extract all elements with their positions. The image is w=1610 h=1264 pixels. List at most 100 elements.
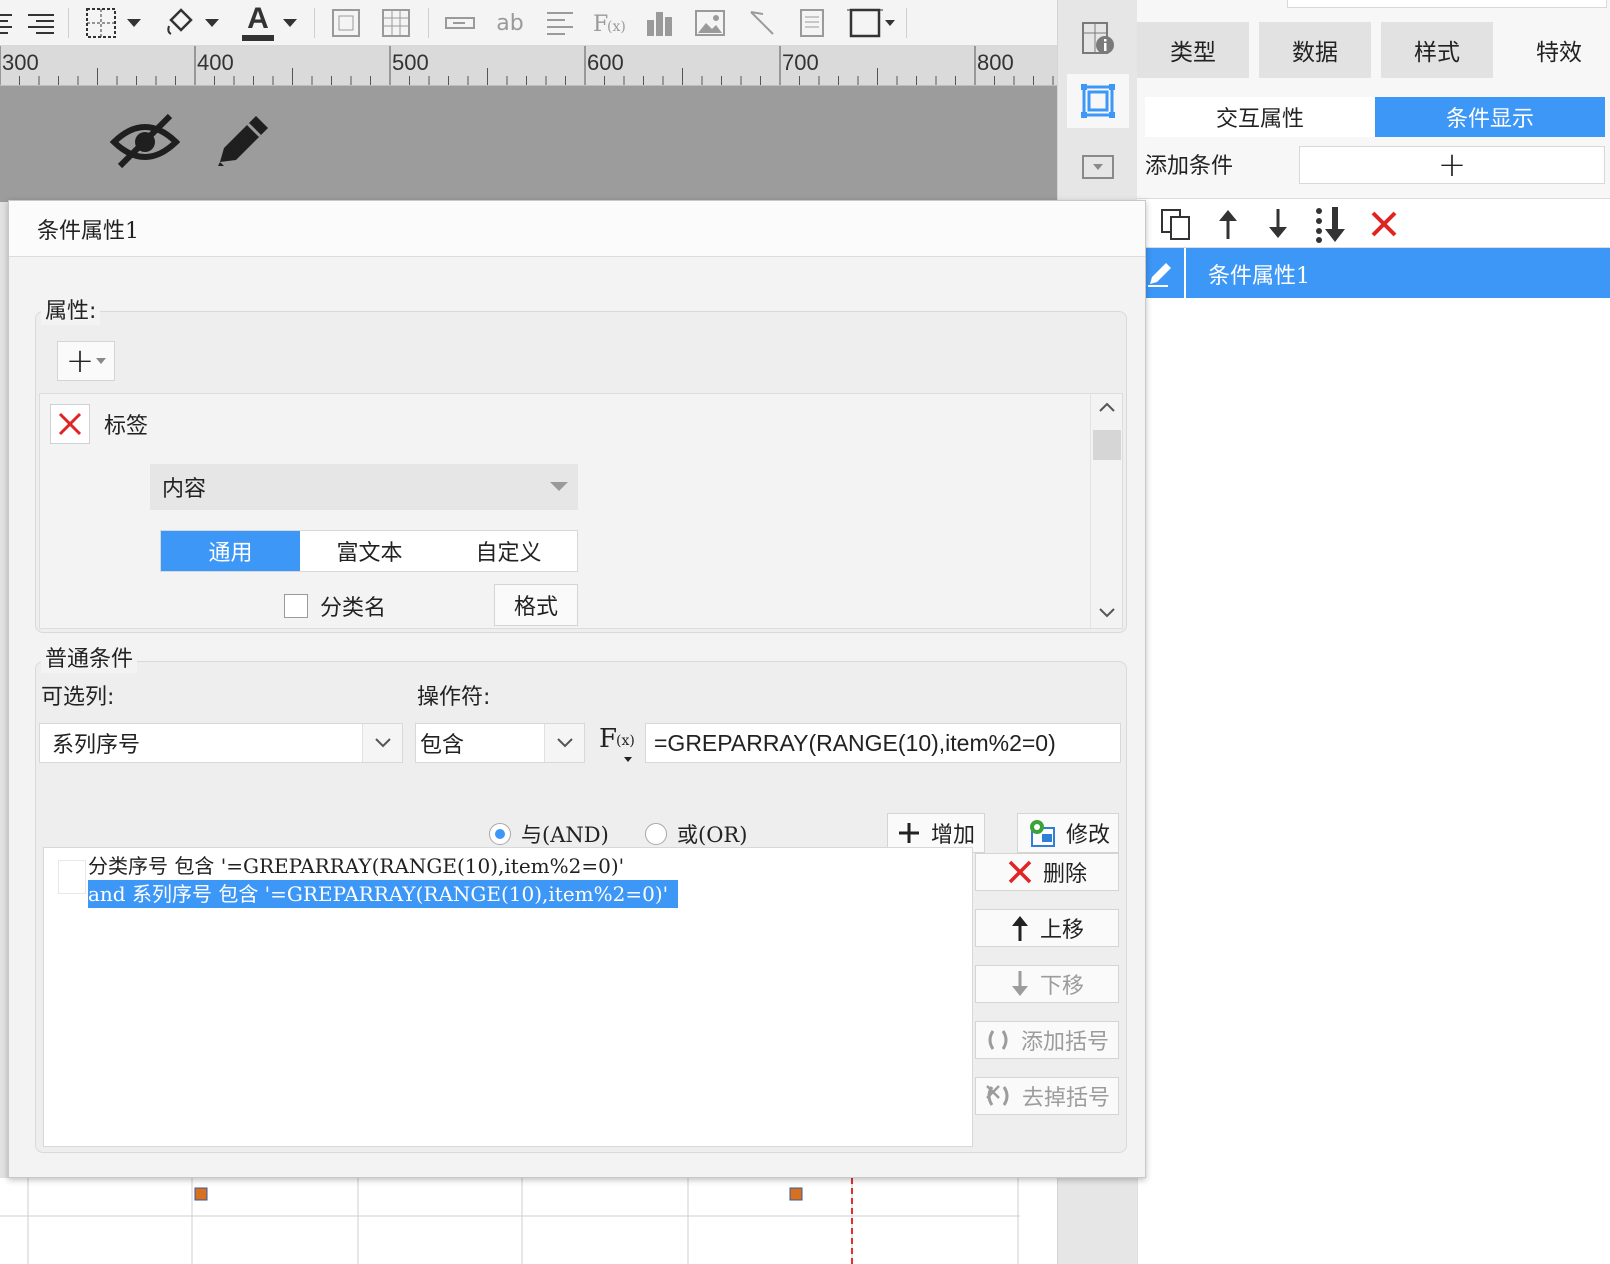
fill-dropdown-icon[interactable] [202, 4, 222, 42]
category-name-label: 分类名 [320, 596, 387, 621]
condition-entry-selected[interactable]: and 系列序号 包含 '=GREPARRAY(RANGE(10),item%2… [88, 880, 679, 908]
document-icon[interactable] [792, 4, 832, 42]
chevron-down-icon [362, 724, 402, 762]
move-down-icon[interactable] [1263, 207, 1293, 245]
ruler-label: 600 [587, 50, 624, 75]
delete-button[interactable]: 删除 [975, 853, 1119, 891]
add-parentheses-button[interactable]: 添加括号 [975, 1021, 1119, 1059]
pencil-icon[interactable] [212, 108, 274, 174]
remove-parentheses-label: 去掉括号 [1021, 1086, 1110, 1111]
condition-list: 条件属性1 [1137, 248, 1610, 1264]
horizontal-ruler: 300 400 500 600 700 800 [0, 46, 1057, 86]
toolbar-separator [68, 8, 69, 38]
panel-search-input[interactable] [1287, 0, 1607, 8]
chevron-down-icon [544, 724, 584, 762]
condition-list-item[interactable]: 条件属性1 [1138, 248, 1610, 298]
tab-effects[interactable]: 特效 [1503, 22, 1610, 78]
attribute-scrollbar[interactable] [1090, 394, 1122, 628]
align-right-icon[interactable] [24, 4, 58, 42]
frame-icon[interactable] [846, 4, 896, 42]
formula-icon[interactable]: F (x) [590, 4, 630, 42]
normal-conditions-legend: 普通条件 [41, 641, 138, 673]
slash-icon[interactable] [742, 4, 782, 42]
copy-icon[interactable] [1159, 207, 1193, 245]
column-select[interactable]: 系列序号 [39, 723, 403, 763]
align-icon[interactable] [540, 4, 580, 42]
category-name-checkbox[interactable] [284, 594, 308, 618]
formula-button[interactable]: F (x) [597, 721, 641, 763]
content-select[interactable]: 内容 [150, 464, 578, 510]
condition-attribute-dialog: 条件属性1 属性: + 标签 内容 通用 富文本 自定义 分类名 格式 普通条件… [8, 200, 1146, 1178]
tab-data[interactable]: 数据 [1259, 22, 1371, 78]
border-icon[interactable] [84, 4, 118, 42]
delete-icon [1008, 860, 1032, 884]
move-down-button[interactable]: 下移 [975, 965, 1119, 1003]
segment-custom[interactable]: 自定义 [439, 531, 578, 571]
tab-style[interactable]: 样式 [1381, 22, 1493, 78]
segment-rich-text-label: 富文本 [336, 541, 403, 566]
font-color-icon[interactable]: A [238, 4, 278, 42]
cell-info-icon[interactable] [1067, 12, 1129, 66]
scrollbar-thumb[interactable] [1093, 430, 1121, 460]
segment-general[interactable]: 通用 [161, 531, 300, 571]
hidden-eye-icon[interactable] [109, 108, 181, 176]
tab-type[interactable]: 类型 [1137, 22, 1249, 78]
radio-and-dot [489, 823, 511, 845]
format-button-label: 格式 [513, 595, 558, 620]
modify-condition-button[interactable]: 修改 [1017, 813, 1119, 853]
add-condition-plus: + [1437, 145, 1467, 185]
add-condition-button[interactable]: + [1299, 145, 1605, 185]
scroll-down-icon[interactable] [1099, 608, 1115, 618]
remove-attribute-button[interactable] [50, 404, 90, 444]
table-icon[interactable] [376, 4, 416, 42]
condition-entry[interactable]: 分类序号 包含 '=GREPARRAY(RANGE(10),item%2=0)' [88, 852, 624, 880]
remove-parentheses-button[interactable]: 去掉括号 [975, 1077, 1119, 1115]
subtab-interaction[interactable]: 交互属性 [1145, 97, 1375, 137]
formula-input[interactable]: =GREPARRAY(RANGE(10),item%2=0) [645, 723, 1121, 763]
radio-and[interactable]: 与(AND) [489, 819, 609, 849]
content-select-value: 内容 [162, 477, 207, 502]
subtab-condition-display[interactable]: 条件显示 [1375, 97, 1605, 137]
move-up-icon[interactable] [1213, 207, 1243, 245]
add-condition-entry-label: 增加 [930, 823, 975, 848]
move-bottom-icon[interactable] [1313, 205, 1349, 247]
radio-or-dot [645, 823, 667, 845]
format-button[interactable]: 格式 [494, 584, 578, 626]
add-attribute-button[interactable]: + [57, 341, 115, 381]
svg-text:(x): (x) [616, 733, 635, 749]
condition-bracket-indicator [58, 860, 86, 894]
delete-condition-icon[interactable] [1369, 209, 1399, 243]
columns-label: 可选列: [41, 685, 115, 710]
border-dropdown-icon[interactable] [124, 4, 144, 42]
ruler-ticks [0, 46, 1054, 85]
remove-parentheses-icon [986, 1085, 1009, 1106]
font-color-bar [242, 35, 274, 41]
dropdown-panel-icon[interactable] [1067, 140, 1129, 194]
scroll-up-icon[interactable] [1099, 402, 1115, 412]
image-icon[interactable] [690, 4, 730, 42]
font-color-dropdown-icon[interactable] [280, 4, 300, 42]
text-icon[interactable]: ab [490, 4, 530, 42]
chart-icon[interactable] [640, 4, 680, 42]
toolbar-separator [906, 8, 907, 38]
fill-color-icon[interactable] [160, 4, 200, 42]
ruler-label: 300 [2, 50, 39, 75]
input-icon[interactable] [440, 4, 480, 42]
condition-list-toolbar [1137, 198, 1610, 248]
text-field-icon[interactable] [326, 4, 366, 42]
operator-label: 操作符: [417, 685, 491, 710]
align-left-icon[interactable] [0, 4, 14, 42]
cell-select-icon[interactable] [1067, 74, 1129, 128]
move-down-button-label: 下移 [1039, 974, 1084, 999]
condition-list-box: 分类序号 包含 '=GREPARRAY(RANGE(10),item%2=0)'… [43, 847, 973, 1147]
segment-rich-text[interactable]: 富文本 [300, 531, 439, 571]
radio-or[interactable]: 或(OR) [645, 819, 747, 849]
svg-text:F: F [599, 724, 617, 754]
move-up-button[interactable]: 上移 [975, 909, 1119, 947]
canvas-grid [0, 1178, 1057, 1264]
operator-select[interactable]: 包含 [415, 723, 585, 763]
ruler-label: 500 [392, 50, 429, 75]
condition-list-item-label: 条件属性1 [1208, 264, 1310, 289]
remove-attribute-icon [58, 412, 82, 436]
toolbar-separator [428, 8, 429, 38]
